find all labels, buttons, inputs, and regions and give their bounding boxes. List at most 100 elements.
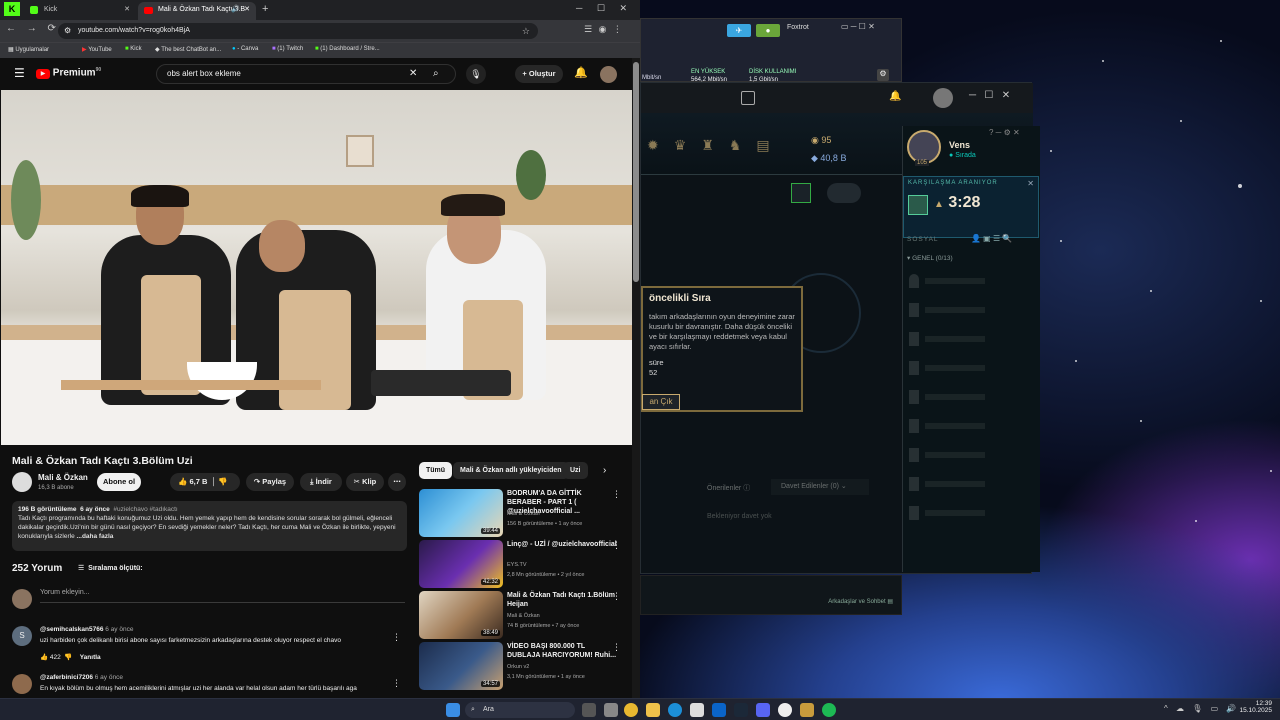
search-input[interactable]: obs alert box ekleme ✕ ⌕ <box>156 64 456 84</box>
chip-uploader[interactable]: Mali & Özkan adlı yükleyiciden <box>453 462 569 479</box>
more-icon[interactable]: ⋮ <box>612 642 621 653</box>
mic-icon[interactable]: 🎙 <box>466 64 486 84</box>
tab-kick[interactable]: Kick ✕ <box>24 2 136 20</box>
page-scrollbar[interactable] <box>632 58 640 698</box>
clear-icon[interactable]: ✕ <box>409 65 417 83</box>
window-controls[interactable]: ─ ☐ ✕ <box>576 3 627 14</box>
chip-uzi[interactable]: Uzi <box>563 462 588 479</box>
bookmark-dashboard[interactable]: ■ (1) Dashboard / Stre... <box>315 46 380 52</box>
window-controls[interactable]: ? ─ ⚙ ✕ <box>989 128 1020 137</box>
profile-icon[interactable] <box>907 130 941 164</box>
discord-icon[interactable] <box>756 703 770 717</box>
video-title[interactable]: VİDEO BAŞI 800.000 TL DUBLAJA HARCIYORUM… <box>507 642 617 660</box>
site-info-icon[interactable]: ⚙ <box>64 23 71 39</box>
bookmark-star-icon[interactable]: ☆ <box>522 23 530 39</box>
more-actions-icon[interactable]: ⋯ <box>388 473 406 491</box>
commenter-avatar[interactable]: S <box>12 626 32 646</box>
recommended-video[interactable]: 38:49 Mali & Özkan Tadı Kaçtı 1.Bölüm He… <box>419 591 624 639</box>
league-icon[interactable] <box>800 703 814 717</box>
reply-button[interactable]: Yanıtla <box>80 654 101 661</box>
social-actions[interactable]: 👤 ▣ ☰ 🔍 <box>971 234 1012 243</box>
description-box[interactable]: 196 B görüntüleme 6 ay önce #uzielchavo … <box>12 501 407 551</box>
bookmark-canva[interactable]: ● - Canva <box>232 46 258 52</box>
video-channel[interactable]: Orkun v2 <box>507 664 529 670</box>
address-bar[interactable]: ⚙ youtube.com/watch?v=rog0koh4BjA ☆ <box>58 23 538 39</box>
bell-icon[interactable]: ● <box>756 24 780 37</box>
taskbar-search[interactable]: ⌕ Ara <box>465 702 575 718</box>
show-more-link[interactable]: ...daha fazla <box>77 533 114 540</box>
steam-icon[interactable] <box>734 703 748 717</box>
gear-icon[interactable]: ⚙ <box>877 69 889 81</box>
nav-icons[interactable]: ✹♛♜♞▤ <box>647 137 785 154</box>
close-icon[interactable]: ✕ <box>1027 179 1034 188</box>
scroll-thumb[interactable] <box>633 62 639 282</box>
tab-invited[interactable]: Davet Edilenler (0) ⌄ <box>771 479 869 495</box>
close-icon[interactable]: ✕ <box>124 2 130 18</box>
explorer-icon[interactable] <box>646 703 660 717</box>
close-icon[interactable]: ✕ <box>244 2 250 18</box>
comment-actions[interactable]: 👍 422 👎 Yanıtla <box>40 653 101 661</box>
menu-icon[interactable]: ☰ <box>14 66 25 80</box>
rp-counter[interactable]: ◉ 95 <box>811 135 831 146</box>
youtube-premium-logo[interactable]: ▶ Premium90 <box>36 67 101 80</box>
video-thumbnail[interactable]: 38:49 <box>419 591 503 639</box>
avatar[interactable] <box>933 88 953 108</box>
more-icon[interactable]: ⋮ <box>612 489 621 500</box>
comment-input[interactable]: Yorum ekleyin... <box>40 589 405 603</box>
friend-list[interactable] <box>909 274 919 524</box>
recommended-video[interactable]: 34:57 VİDEO BAŞI 800.000 TL DUBLAJA HARC… <box>419 642 624 690</box>
sort-button[interactable]: ☰ Sıralama ölçütü: <box>78 564 143 572</box>
video-channel[interactable]: Mali & Özkan <box>507 613 540 619</box>
share-button[interactable]: ↷ Paylaş <box>246 473 294 491</box>
calendar-icon[interactable] <box>741 91 755 105</box>
bell-icon[interactable]: 🔔 <box>889 91 901 102</box>
start-icon[interactable] <box>446 703 460 717</box>
bookmark-kick[interactable]: ■ Kick <box>125 46 142 52</box>
recommended-video[interactable]: 42:32 Linç@ - UZİ / @uzielchavoofficial … <box>419 540 624 588</box>
extensions-icons[interactable]: ☰ ◉ ⋮ <box>584 24 622 35</box>
commenter-avatar[interactable] <box>12 674 32 694</box>
tab-recommended[interactable]: Önerilenler ⓘ <box>707 483 750 493</box>
video-title[interactable]: Linç@ - UZİ / @uzielchavoofficial <box>507 540 617 549</box>
leave-queue-button[interactable]: an Çık <box>642 394 680 410</box>
channel-avatar[interactable] <box>12 472 32 492</box>
store-icon[interactable] <box>690 703 704 717</box>
chevron-right-icon[interactable]: › <box>603 465 606 476</box>
more-icon[interactable]: ⋮ <box>612 591 621 602</box>
bookmark-apps[interactable]: ▦ Uygulamalar <box>8 46 49 53</box>
subscribe-button[interactable]: Abone ol <box>97 473 141 491</box>
video-thumbnail[interactable]: 34:57 <box>419 642 503 690</box>
obs-icon[interactable] <box>778 703 792 717</box>
channel-name[interactable]: Mali & Özkan <box>38 473 88 482</box>
video-channel[interactable]: EYS.TV <box>507 562 527 568</box>
window-controls[interactable]: ▭ ─ ☐ ✕ <box>841 22 875 31</box>
bookmark-youtube[interactable]: ▶ YouTube <box>82 46 112 53</box>
chip-all[interactable]: Tümü <box>419 462 453 479</box>
spotify-icon[interactable] <box>822 703 836 717</box>
tray-icons[interactable]: ^ ☁ 🎙 ▭ 🔊 <box>1164 704 1236 713</box>
edge-icon[interactable] <box>668 703 682 717</box>
nav-buttons[interactable]: ← → ⟳ <box>6 23 56 34</box>
download-button[interactable]: ⤓ İndir <box>300 473 342 491</box>
notifications-icon[interactable]: 🔔 <box>574 66 588 79</box>
account-avatar[interactable] <box>600 66 617 83</box>
toggle[interactable] <box>827 183 861 203</box>
recommended-video[interactable]: 39:44 BODRUM'A DA GİTTİK BERABER - PART … <box>419 489 624 537</box>
app-title[interactable]: Foxtrot <box>787 24 809 31</box>
more-icon[interactable]: ⋮ <box>612 540 621 551</box>
chart-icon[interactable] <box>791 183 811 203</box>
chrome-icon[interactable] <box>624 703 638 717</box>
bookmark-chatbot[interactable]: ◆ The best ChatBot an... <box>155 46 221 53</box>
speaker-icon[interactable]: 🔊 <box>231 2 240 18</box>
tab-youtube[interactable]: Mali & Özkan Tadı Kaçtı 3.B 🔊 ✕ <box>138 2 256 20</box>
video-thumbnail[interactable]: 42:32 <box>419 540 503 588</box>
clock[interactable]: 12:39 15.10.2025 <box>1238 700 1272 714</box>
search-icon[interactable]: ⌕ <box>433 65 439 83</box>
like-dislike-button[interactable]: 👍 6,7 B │ 👎 <box>170 473 240 491</box>
window-controls[interactable]: ─ ☐ ✕ <box>969 90 1010 101</box>
create-button[interactable]: + Oluştur <box>515 65 563 83</box>
friend-group[interactable]: ▾ GENEL (0/13) <box>907 254 953 262</box>
outlook-icon[interactable] <box>712 703 726 717</box>
video-title[interactable]: Mali & Özkan Tadı Kaçtı 1.Bölüm Heijan <box>507 591 617 609</box>
video-player[interactable] <box>1 90 632 445</box>
